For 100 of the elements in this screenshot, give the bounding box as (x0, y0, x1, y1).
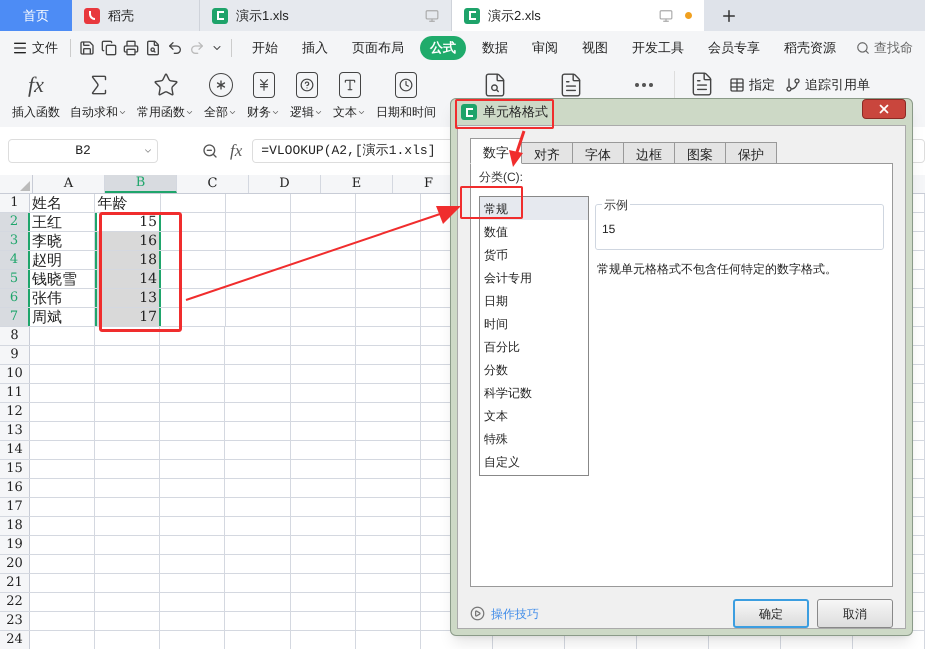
row-header[interactable]: 8 (0, 327, 30, 345)
ribbon-button-label: 全部 (204, 104, 228, 121)
row-header[interactable]: 13 (0, 422, 30, 440)
ribbon-tab[interactable]: 视图 (570, 38, 620, 58)
column-header[interactable]: C (177, 175, 249, 193)
close-button[interactable] (862, 99, 906, 119)
row-header[interactable]: 21 (0, 574, 30, 592)
category-item[interactable]: 日期 (480, 289, 588, 312)
ribbon-button[interactable]: 文本 (329, 71, 370, 121)
row-header[interactable]: 17 (0, 498, 30, 516)
tab-label: 演示2.xls (488, 6, 541, 25)
dialog-tab[interactable]: 保护 (725, 142, 777, 164)
annotation-arrow (509, 130, 526, 167)
table-cell: 姓名 (30, 194, 96, 212)
ribbon-tab[interactable]: 审阅 (520, 38, 570, 58)
close-icon (877, 102, 891, 116)
dialog-tab[interactable]: 边框 (623, 142, 675, 164)
ribbon-button-label: 财务 (247, 104, 271, 121)
function-icon: fx (28, 72, 44, 98)
undo-icon[interactable] (167, 40, 183, 56)
ribbon-button[interactable]: 自动求和 (66, 71, 131, 121)
ribbon-tab[interactable]: 会员专享 (696, 38, 772, 58)
ribbon-button[interactable]: 逻辑 (286, 71, 327, 121)
document-tab[interactable]: 演示1.xls (200, 0, 452, 31)
column-header[interactable]: D (249, 175, 321, 193)
sample-value: 15 (602, 221, 616, 238)
row-header[interactable]: 15 (0, 460, 30, 478)
row-header[interactable]: 11 (0, 384, 30, 402)
ribbon-button-label: 自动求和 (70, 104, 118, 121)
spreadsheet-logo-icon (461, 104, 477, 120)
print-preview-icon[interactable] (145, 40, 161, 56)
table-cell: 13 (95, 289, 162, 307)
ribbon-button-label: 日期和时间 (376, 104, 436, 121)
category-item[interactable]: 会计专用 (480, 266, 588, 289)
dialog-tab[interactable]: 对齐 (521, 142, 573, 164)
file-menu[interactable]: 文件 (32, 38, 58, 58)
monitor-icon (425, 8, 439, 22)
ribbon-tab[interactable]: 插入 (290, 38, 340, 58)
menu-icon[interactable] (12, 40, 28, 56)
clock-book-icon (395, 72, 417, 98)
dialog-title: 单元格格式 (483, 103, 548, 122)
row-header[interactable]: 22 (0, 593, 30, 611)
ribbon-button-label: 文本 (333, 104, 357, 121)
tab-label: 演示1.xls (236, 6, 289, 25)
row-header[interactable]: 18 (0, 517, 30, 535)
name-box[interactable]: B2 (8, 139, 158, 163)
ribbon-button[interactable]: 全部 (200, 71, 241, 121)
ribbon-button[interactable]: 指定 (729, 75, 775, 95)
function-icon[interactable]: fx (230, 138, 242, 164)
column-header[interactable]: E (321, 175, 393, 193)
category-item[interactable]: 科学记数 (480, 381, 588, 404)
category-item[interactable]: 分数 (480, 358, 588, 381)
row-header[interactable]: 10 (0, 365, 30, 383)
ribbon-tab[interactable]: 稻壳资源 (772, 38, 848, 58)
category-item[interactable]: 时间 (480, 312, 588, 335)
row-header[interactable]: 19 (0, 536, 30, 554)
ribbon-button[interactable]: 追踪引用单 (785, 75, 870, 95)
highlight-frame (460, 186, 523, 219)
ribbon-button[interactable]: fx 插入函数 (8, 71, 64, 121)
category-item[interactable]: 文本 (480, 404, 588, 427)
ribbon-tab[interactable]: 开发工具 (620, 38, 696, 58)
category-item[interactable]: 特殊 (480, 427, 588, 450)
row-header[interactable]: 14 (0, 441, 30, 459)
ribbon-tab[interactable]: 页面布局 (340, 38, 416, 58)
table-icon (729, 77, 745, 93)
ribbon-tab[interactable]: 开始 (240, 38, 290, 58)
category-label: 分类(C): (479, 169, 524, 186)
ribbon-tab[interactable]: 数据 (470, 38, 520, 58)
category-item[interactable]: 货币 (480, 243, 588, 266)
row-header[interactable]: 23 (0, 612, 30, 630)
print-icon[interactable] (123, 40, 139, 56)
dialog-tab[interactable]: 字体 (572, 142, 624, 164)
row-header[interactable]: 24 (0, 631, 30, 649)
yen-book-icon (252, 72, 274, 98)
ribbon-button[interactable]: 日期和时间 (372, 71, 440, 121)
row-header[interactable]: 9 (0, 346, 30, 364)
command-search[interactable]: 查找命 (874, 38, 913, 58)
document-tab[interactable]: 稻壳 (72, 0, 200, 31)
document-tab[interactable]: 演示2.xls (452, 0, 704, 31)
dialog-tab[interactable]: 图案 (674, 142, 726, 164)
ribbon-button[interactable]: 常用函数 (133, 71, 198, 121)
spreadsheet-logo-icon (464, 8, 480, 24)
dialog-button[interactable]: 取消 (817, 599, 893, 628)
text-book-icon (338, 72, 360, 98)
category-item[interactable]: 百分比 (480, 335, 588, 358)
row-header[interactable]: 12 (0, 403, 30, 421)
category-item[interactable]: 自定义 (480, 450, 588, 473)
ribbon-button-label: 逻辑 (290, 104, 314, 121)
category-item[interactable]: 常规 (480, 197, 588, 220)
table-cell: 16 (95, 232, 162, 250)
table-cell: 17 (95, 308, 162, 326)
row-header[interactable]: 20 (0, 555, 30, 573)
save-icon[interactable] (79, 40, 95, 56)
dialog-button[interactable]: 确定 (733, 599, 809, 628)
category-item[interactable]: 数值 (480, 220, 588, 243)
row-header[interactable]: 1 (0, 194, 30, 212)
row-header[interactable]: 16 (0, 479, 30, 497)
zoom-out-icon[interactable] (202, 143, 218, 159)
tab-label: 首页 (23, 6, 49, 25)
ribbon-button[interactable]: 财务 (243, 71, 284, 121)
